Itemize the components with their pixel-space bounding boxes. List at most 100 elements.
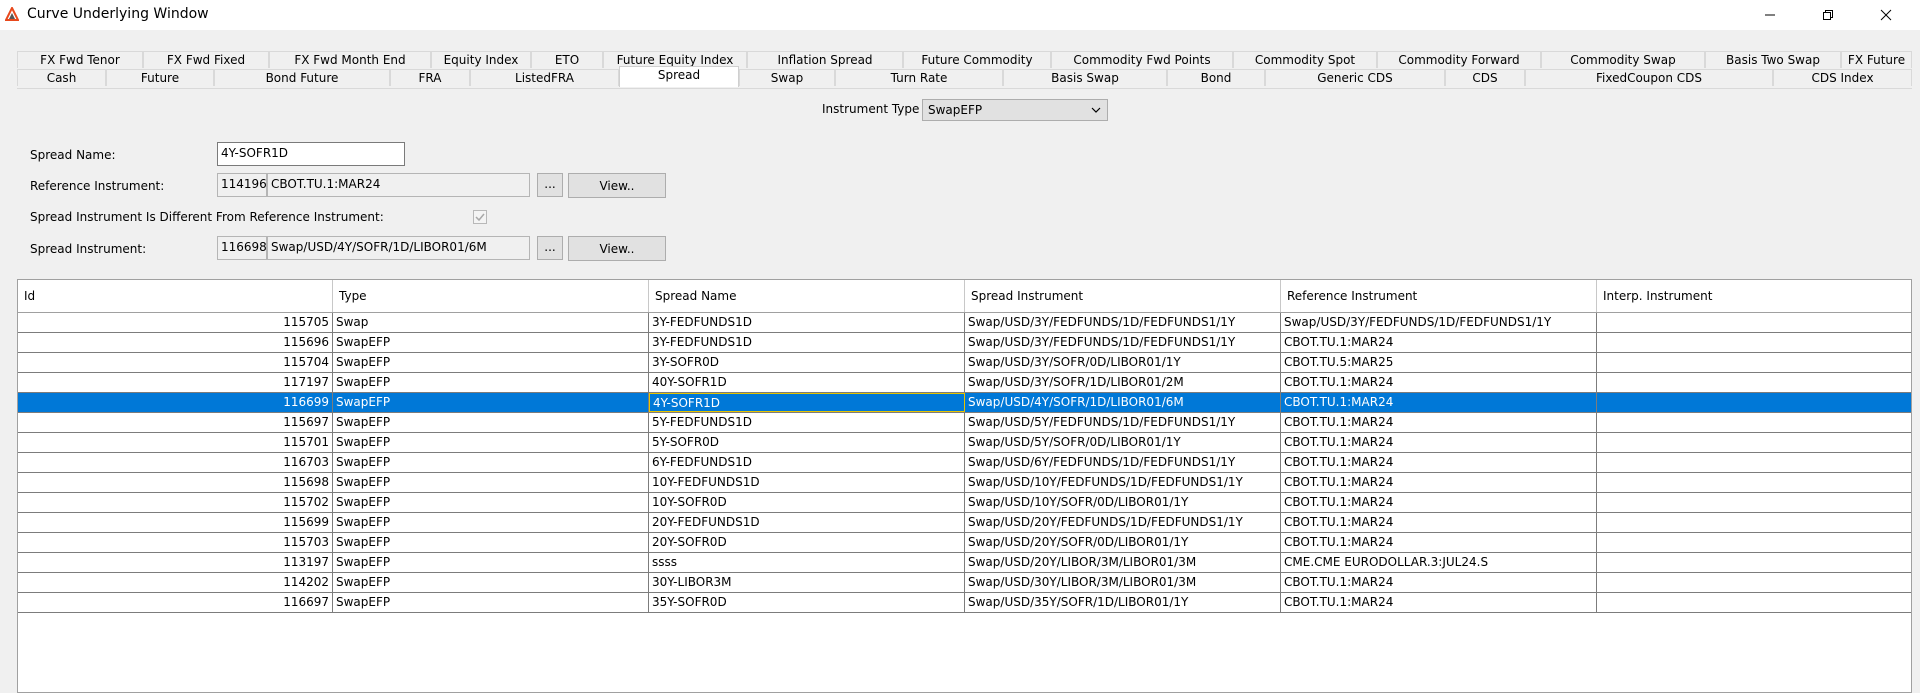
cell-reference-instrument[interactable]: CBOT.TU.1:MAR24 — [1281, 433, 1597, 452]
cell-type[interactable]: SwapEFP — [333, 533, 649, 552]
cell-id[interactable]: 115698 — [18, 473, 333, 492]
cell-reference-instrument[interactable]: CBOT.TU.1:MAR24 — [1281, 593, 1597, 612]
cell-id[interactable]: 115699 — [18, 513, 333, 532]
cell-spread-name[interactable]: 6Y-FEDFUNDS1D — [649, 453, 965, 472]
reference-browse-button[interactable]: ... — [537, 173, 563, 197]
tab-fx-fwd-tenor[interactable]: FX Fwd Tenor — [17, 51, 143, 68]
cell-reference-instrument[interactable]: CBOT.TU.1:MAR24 — [1281, 493, 1597, 512]
cell-interp-instrument[interactable] — [1597, 493, 1911, 512]
reference-view-button[interactable]: View.. — [568, 173, 666, 198]
tab-cash[interactable]: Cash — [17, 69, 106, 86]
table-row[interactable]: 115702 SwapEFP 10Y-SOFR0D Swap/USD/10Y/SOFR… — [18, 493, 1911, 513]
cell-type[interactable]: SwapEFP — [333, 453, 649, 472]
cell-spread-name[interactable]: 40Y-SOFR1D — [649, 373, 965, 392]
column-header-interp-instrument[interactable]: Interp. Instrument — [1597, 280, 1911, 312]
cell-spread-name[interactable]: 3Y-SOFR0D — [649, 353, 965, 372]
cell-type[interactable]: Swap — [333, 313, 649, 332]
spread-view-button[interactable]: View.. — [568, 236, 666, 261]
cell-reference-instrument[interactable]: CBOT.TU.1:MAR24 — [1281, 393, 1597, 412]
cell-spread-instrument[interactable]: Swap/USD/20Y/LIBOR/3M/LIBOR01/3M — [965, 553, 1281, 572]
spread-name-input[interactable]: 4Y-SOFR1D — [217, 142, 405, 166]
cell-reference-instrument[interactable]: CBOT.TU.1:MAR24 — [1281, 513, 1597, 532]
cell-spread-instrument[interactable]: Swap/USD/6Y/FEDFUNDS/1D/FEDFUNDS1/1Y — [965, 453, 1281, 472]
cell-reference-instrument[interactable]: CBOT.TU.1:MAR24 — [1281, 453, 1597, 472]
tab-future-commodity[interactable]: Future Commodity — [903, 51, 1051, 68]
tab-future[interactable]: Future — [106, 69, 214, 86]
cell-interp-instrument[interactable] — [1597, 573, 1911, 592]
cell-id[interactable]: 116697 — [18, 593, 333, 612]
column-header-id[interactable]: Id — [18, 280, 333, 312]
cell-spread-instrument[interactable]: Swap/USD/3Y/SOFR/0D/LIBOR01/1Y — [965, 353, 1281, 372]
cell-type[interactable]: SwapEFP — [333, 413, 649, 432]
cell-spread-name[interactable]: 20Y-FEDFUNDS1D — [649, 513, 965, 532]
cell-spread-name[interactable]: 5Y-FEDFUNDS1D — [649, 413, 965, 432]
cell-reference-instrument[interactable]: CBOT.TU.1:MAR24 — [1281, 573, 1597, 592]
cell-spread-instrument[interactable]: Swap/USD/30Y/LIBOR/3M/LIBOR01/3M — [965, 573, 1281, 592]
cell-type[interactable]: SwapEFP — [333, 513, 649, 532]
tab-fx-future[interactable]: FX Future — [1841, 51, 1912, 68]
cell-interp-instrument[interactable] — [1597, 373, 1911, 392]
cell-spread-instrument[interactable]: Swap/USD/5Y/SOFR/0D/LIBOR01/1Y — [965, 433, 1281, 452]
tab-inflation-spread[interactable]: Inflation Spread — [747, 51, 903, 68]
tab-bond[interactable]: Bond — [1167, 69, 1265, 86]
cell-reference-instrument[interactable]: CBOT.TU.5:MAR25 — [1281, 353, 1597, 372]
cell-id[interactable]: 116703 — [18, 453, 333, 472]
tab-listedfra[interactable]: ListedFRA — [470, 69, 619, 86]
cell-type[interactable]: SwapEFP — [333, 433, 649, 452]
tab-basis-swap[interactable]: Basis Swap — [1003, 69, 1167, 86]
cell-type[interactable]: SwapEFP — [333, 373, 649, 392]
cell-type[interactable]: SwapEFP — [333, 353, 649, 372]
table-row[interactable]: 115698 SwapEFP 10Y-FEDFUNDS1D Swap/USD/10Y/… — [18, 473, 1911, 493]
cell-spread-instrument[interactable]: Swap/USD/3Y/FEDFUNDS/1D/FEDFUNDS1/1Y — [965, 333, 1281, 352]
cell-id[interactable]: 116699 — [18, 393, 333, 412]
tab-fx-fwd-month-end[interactable]: FX Fwd Month End — [269, 51, 431, 68]
cell-spread-name[interactable]: 5Y-SOFR0D — [649, 433, 965, 452]
cell-spread-instrument[interactable]: Swap/USD/3Y/SOFR/1D/LIBOR01/2M — [965, 373, 1281, 392]
minimize-button[interactable] — [1742, 0, 1798, 30]
cell-reference-instrument[interactable]: CBOT.TU.1:MAR24 — [1281, 413, 1597, 432]
cell-reference-instrument[interactable]: CBOT.TU.1:MAR24 — [1281, 533, 1597, 552]
cell-interp-instrument[interactable] — [1597, 333, 1911, 352]
cell-id[interactable]: 115705 — [18, 313, 333, 332]
cell-id[interactable]: 115701 — [18, 433, 333, 452]
cell-reference-instrument[interactable]: CBOT.TU.1:MAR24 — [1281, 473, 1597, 492]
cell-type[interactable]: SwapEFP — [333, 333, 649, 352]
column-header-spread-name[interactable]: Spread Name — [649, 280, 965, 312]
tab-commodity-forward[interactable]: Commodity Forward — [1377, 51, 1541, 68]
cell-id[interactable]: 115702 — [18, 493, 333, 512]
cell-interp-instrument[interactable] — [1597, 433, 1911, 452]
table-row[interactable]: 116699 SwapEFP 4Y-SOFR1D Swap/USD/4Y/SOFR/1… — [18, 393, 1911, 413]
column-header-type[interactable]: Type — [333, 280, 649, 312]
tab-generic-cds[interactable]: Generic CDS — [1265, 69, 1445, 86]
cell-reference-instrument[interactable]: CME.CME EURODOLLAR.3:JUL24.S — [1281, 553, 1597, 572]
table-row[interactable]: 113197 SwapEFP ssss Swap/USD/20Y/LIBOR/3M/L… — [18, 553, 1911, 573]
cell-interp-instrument[interactable] — [1597, 453, 1911, 472]
cell-spread-name[interactable]: 3Y-FEDFUNDS1D — [649, 313, 965, 332]
table-row[interactable]: 115704 SwapEFP 3Y-SOFR0D Swap/USD/3Y/SOFR/0… — [18, 353, 1911, 373]
spreads-table[interactable]: Id Type Spread Name Spread Instrument Re… — [17, 279, 1912, 693]
cell-spread-name[interactable]: ssss — [649, 553, 965, 572]
cell-spread-name[interactable]: 20Y-SOFR0D — [649, 533, 965, 552]
spread-browse-button[interactable]: ... — [537, 236, 563, 260]
close-button[interactable] — [1858, 0, 1914, 30]
cell-interp-instrument[interactable] — [1597, 473, 1911, 492]
cell-spread-instrument[interactable]: Swap/USD/5Y/FEDFUNDS/1D/FEDFUNDS1/1Y — [965, 413, 1281, 432]
cell-spread-name[interactable]: 3Y-FEDFUNDS1D — [649, 333, 965, 352]
tab-spread[interactable]: Spread — [619, 66, 739, 87]
tab-commodity-swap[interactable]: Commodity Swap — [1541, 51, 1705, 68]
cell-spread-name[interactable]: 30Y-LIBOR3M — [649, 573, 965, 592]
cell-spread-instrument[interactable]: Swap/USD/20Y/FEDFUNDS/1D/FEDFUNDS1/1Y — [965, 513, 1281, 532]
tab-commodity-fwd-points[interactable]: Commodity Fwd Points — [1051, 51, 1233, 68]
tab-commodity-spot[interactable]: Commodity Spot — [1233, 51, 1377, 68]
table-row[interactable]: 115703 SwapEFP 20Y-SOFR0D Swap/USD/20Y/SOFR… — [18, 533, 1911, 553]
table-row[interactable]: 115705 Swap 3Y-FEDFUNDS1D Swap/USD/3Y/FEDFU… — [18, 313, 1911, 333]
table-row[interactable]: 116697 SwapEFP 35Y-SOFR0D Swap/USD/35Y/SOFR… — [18, 593, 1911, 613]
tab-fixedcoupon-cds[interactable]: FixedCoupon CDS — [1525, 69, 1773, 86]
cell-interp-instrument[interactable] — [1597, 513, 1911, 532]
cell-spread-name[interactable]: 10Y-SOFR0D — [649, 493, 965, 512]
table-row[interactable]: 117197 SwapEFP 40Y-SOFR1D Swap/USD/3Y/SOFR/… — [18, 373, 1911, 393]
cell-interp-instrument[interactable] — [1597, 313, 1911, 332]
cell-id[interactable]: 114202 — [18, 573, 333, 592]
tab-turn-rate[interactable]: Turn Rate — [835, 69, 1003, 86]
table-row[interactable]: 115701 SwapEFP 5Y-SOFR0D Swap/USD/5Y/SOFR/0… — [18, 433, 1911, 453]
